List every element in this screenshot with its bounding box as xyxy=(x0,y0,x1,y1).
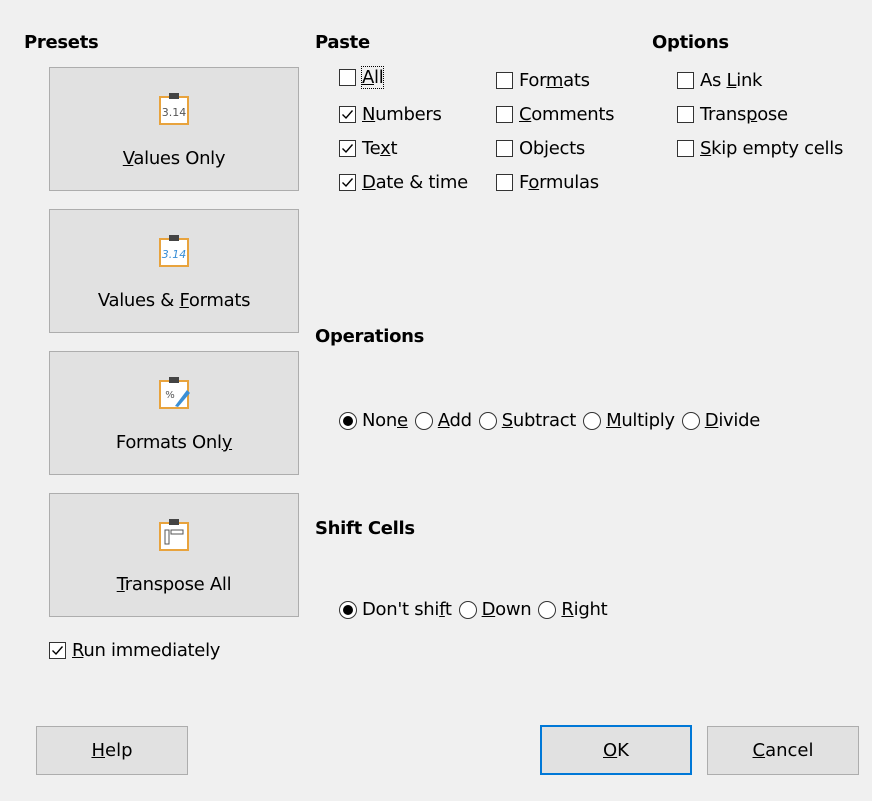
paste-all-checkbox[interactable]: All xyxy=(339,65,385,89)
clipboard-formatted-numbers-icon: 3.14 xyxy=(159,235,189,267)
checkbox-unchecked-icon xyxy=(677,105,694,123)
operation-divide-label: Divide xyxy=(704,410,761,431)
paste-all-label: All xyxy=(360,65,385,89)
radio-selected-icon xyxy=(339,600,357,619)
checkbox-unchecked-icon xyxy=(496,71,513,89)
transpose-all-label: Transpose All xyxy=(116,574,232,595)
paste-date-time-label: Date & time xyxy=(362,171,468,193)
shift-right-label: Right xyxy=(561,599,608,620)
options-heading: Options xyxy=(652,32,729,53)
paste-comments-checkbox[interactable]: Comments xyxy=(496,102,614,126)
operations-radio-group: None Add Subtract Multiply Divide xyxy=(339,410,767,431)
paste-numbers-checkbox[interactable]: Numbers xyxy=(339,102,442,126)
clipboard-formats-icon: % xyxy=(159,377,190,409)
values-and-formats-label: Values & Formats xyxy=(97,290,251,311)
radio-unselected-icon xyxy=(538,600,557,619)
operation-none-radio[interactable]: None xyxy=(339,410,408,431)
checkbox-unchecked-icon xyxy=(677,139,694,157)
ok-button[interactable]: OK xyxy=(540,725,692,775)
shift-right-radio[interactable]: Right xyxy=(538,599,608,620)
clipboard-numbers-icon: 3.14 xyxy=(159,93,189,125)
paste-objects-label: Objects xyxy=(519,137,585,159)
presets-heading: Presets xyxy=(24,32,99,53)
shift-down-label: Down xyxy=(481,599,532,620)
paste-formats-label: Formats xyxy=(519,69,590,91)
checkbox-checked-icon xyxy=(339,173,356,191)
transpose-all-button[interactable]: Transpose All xyxy=(49,493,299,617)
cancel-button[interactable]: Cancel xyxy=(707,726,859,775)
shift-none-radio[interactable]: Don't shift xyxy=(339,599,452,620)
operation-divide-radio[interactable]: Divide xyxy=(681,410,761,431)
shift-cells-radio-group: Don't shift Down Right xyxy=(339,599,614,620)
formats-only-button[interactable]: % Formats Only xyxy=(49,351,299,475)
checkbox-checked-icon xyxy=(339,105,356,123)
paste-text-label: Text xyxy=(362,137,398,159)
radio-unselected-icon xyxy=(458,600,477,619)
paste-date-time-checkbox[interactable]: Date & time xyxy=(339,170,468,194)
checkbox-unchecked-icon xyxy=(677,71,694,89)
svg-text:3.14: 3.14 xyxy=(162,106,187,119)
radio-unselected-icon xyxy=(583,411,602,430)
paste-text-checkbox[interactable]: Text xyxy=(339,136,398,160)
help-button[interactable]: Help xyxy=(36,726,188,775)
radio-selected-icon xyxy=(339,411,357,430)
operation-multiply-label: Multiply xyxy=(606,410,675,431)
formats-only-label: Formats Only xyxy=(115,432,233,453)
shift-cells-heading: Shift Cells xyxy=(315,518,415,539)
checkbox-unchecked-icon xyxy=(496,105,513,123)
operation-subtract-radio[interactable]: Subtract xyxy=(478,410,577,431)
operation-none-label: None xyxy=(362,410,408,431)
svg-text:3.14: 3.14 xyxy=(162,248,187,261)
values-only-button[interactable]: 3.14 Values Only xyxy=(49,67,299,191)
checkbox-checked-icon xyxy=(49,641,66,659)
paste-objects-checkbox[interactable]: Objects xyxy=(496,136,585,160)
transpose-checkbox[interactable]: Transpose xyxy=(677,102,788,126)
run-immediately-checkbox[interactable]: Run immediately xyxy=(49,638,220,662)
operations-heading: Operations xyxy=(315,326,425,347)
as-link-label: As Link xyxy=(700,69,763,91)
skip-empty-cells-checkbox[interactable]: Skip empty cells xyxy=(677,136,843,160)
skip-empty-cells-label: Skip empty cells xyxy=(700,137,844,159)
svg-text:%: % xyxy=(165,390,175,401)
values-only-label: Values Only xyxy=(122,148,226,169)
operation-multiply-radio[interactable]: Multiply xyxy=(583,410,675,431)
paste-formats-checkbox[interactable]: Formats xyxy=(496,68,590,92)
operation-subtract-label: Subtract xyxy=(501,410,577,431)
paste-heading: Paste xyxy=(315,32,370,53)
values-and-formats-button[interactable]: 3.14 Values & Formats xyxy=(49,209,299,333)
paste-formulas-label: Formulas xyxy=(519,171,599,193)
radio-unselected-icon xyxy=(681,411,700,430)
paste-comments-label: Comments xyxy=(519,103,615,125)
as-link-checkbox[interactable]: As Link xyxy=(677,68,762,92)
operation-add-radio[interactable]: Add xyxy=(414,410,472,431)
radio-unselected-icon xyxy=(414,411,433,430)
clipboard-transpose-icon xyxy=(159,519,189,551)
operation-add-label: Add xyxy=(437,410,472,431)
checkbox-unchecked-icon xyxy=(496,173,513,191)
radio-unselected-icon xyxy=(478,411,497,430)
transpose-label: Transpose xyxy=(700,103,788,125)
paste-formulas-checkbox[interactable]: Formulas xyxy=(496,170,599,194)
run-immediately-label: Run immediately xyxy=(72,639,221,661)
paste-numbers-label: Numbers xyxy=(362,103,442,125)
checkbox-unchecked-icon xyxy=(496,139,513,157)
shift-none-label: Don't shift xyxy=(362,599,452,620)
shift-down-radio[interactable]: Down xyxy=(458,599,532,620)
checkbox-unchecked-icon xyxy=(339,68,356,86)
checkbox-checked-icon xyxy=(339,139,356,157)
